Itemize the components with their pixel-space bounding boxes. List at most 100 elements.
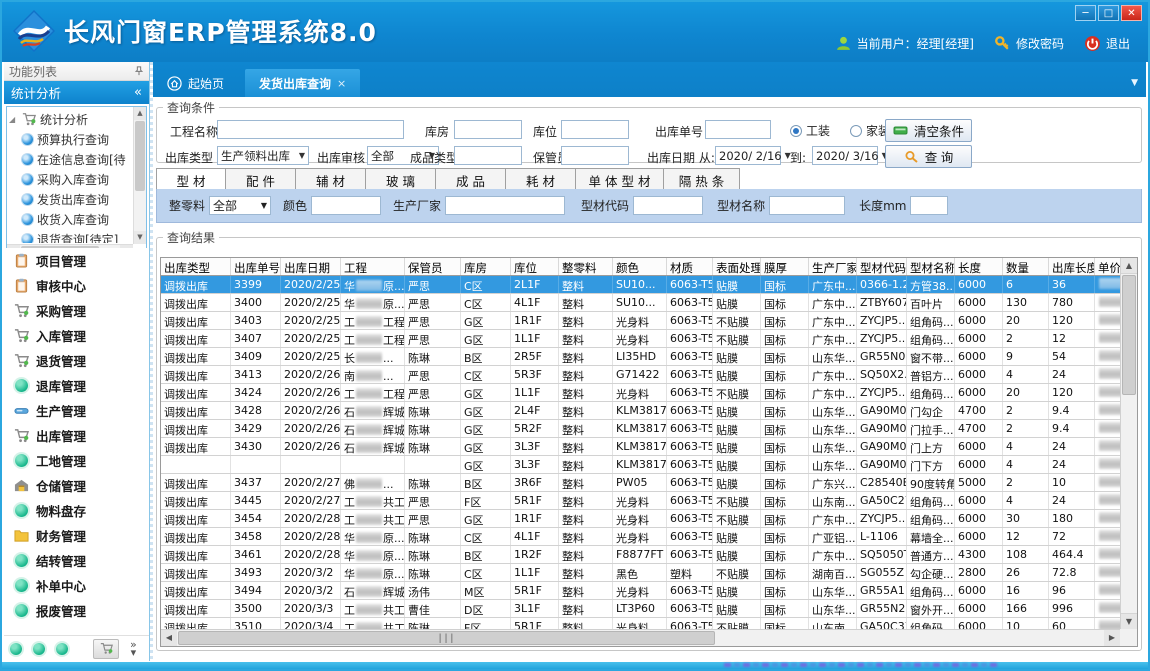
- table-row[interactable]: 调拨出库34072020/2/25工工程严思G区1L1F整料光身料6063-T5…: [161, 330, 1120, 348]
- sidebar-item-退库管理[interactable]: 退库管理: [4, 373, 149, 398]
- material-tab-配件[interactable]: 配 件: [226, 168, 296, 190]
- module-circle-icon[interactable]: [10, 643, 22, 655]
- sidebar-item-仓储管理[interactable]: 仓储管理: [4, 473, 149, 498]
- scroll-down-icon[interactable]: ▼: [134, 231, 146, 244]
- sidebar-item-财务管理[interactable]: 财务管理: [4, 523, 149, 548]
- table-row[interactable]: 调拨出库34542020/2/28工共工程严思G区1R1F整料光身料6063-T…: [161, 510, 1120, 528]
- table-row[interactable]: 调拨出库34582020/2/28华原...陈琳C区4L1F整料光身料6063-…: [161, 528, 1120, 546]
- column-header[interactable]: 膜厚: [761, 258, 809, 275]
- material-tab-成品[interactable]: 成 品: [436, 168, 506, 190]
- tree-root[interactable]: ◢统计分析: [9, 109, 132, 129]
- scroll-up-icon[interactable]: ▲: [1121, 258, 1137, 274]
- table-row[interactable]: 调拨出库34302020/2/26石辉城陈琳G区3L3F整料KLM3817606…: [161, 438, 1120, 456]
- tree-item[interactable]: 在途信息查询[待: [9, 149, 132, 169]
- column-header[interactable]: 出库长度: [1049, 258, 1095, 275]
- column-header[interactable]: 整零料: [559, 258, 613, 275]
- sidebar-item-工地管理[interactable]: 工地管理: [4, 448, 149, 473]
- table-row[interactable]: 调拨出库34612020/2/28华原...陈琳B区1R2F整料F8877FT6…: [161, 546, 1120, 564]
- material-tab-耗材[interactable]: 耗 材: [506, 168, 576, 190]
- material-tab-单体型材[interactable]: 单 体 型 材: [576, 168, 664, 190]
- tree-item[interactable]: 采购入库查询: [9, 169, 132, 189]
- material-tab-玻璃[interactable]: 玻 璃: [366, 168, 436, 190]
- sidebar-item-结转管理[interactable]: 结转管理: [4, 548, 149, 573]
- table-row[interactable]: 调拨出库34452020/2/27工共工程严思F区5R1F整料光身料6063-T…: [161, 492, 1120, 510]
- date-to-picker[interactable]: 2020/ 3/16▼: [812, 146, 878, 165]
- manufacturer-input[interactable]: [445, 196, 565, 215]
- column-header[interactable]: 出库日期: [281, 258, 341, 275]
- column-header[interactable]: 单价: [1095, 258, 1120, 275]
- table-row[interactable]: 调拨出库34282020/2/26石辉城陈琳G区2L4F整料KLM3817606…: [161, 402, 1120, 420]
- table-row[interactable]: 调拨出库34372020/2/27佛...陈琳B区3R6F整料PW056063-…: [161, 474, 1120, 492]
- sidebar-section-header[interactable]: 统计分析 «: [4, 81, 149, 104]
- tree-expander-icon[interactable]: ◢: [9, 115, 18, 124]
- sidebar-item-补单中心[interactable]: 补单中心: [4, 573, 149, 598]
- table-row[interactable]: 调拨出库35102020/3/4工共工程陈琳F区5R1F整料光身料6063-T5…: [161, 618, 1120, 629]
- table-row[interactable]: 调拨出库34032020/2/25工工程严思G区1R1F整料光身料6063-T5…: [161, 312, 1120, 330]
- sidebar-item-物料盘存[interactable]: 物料盘存: [4, 498, 149, 523]
- radio-work-install[interactable]: 工装: [790, 122, 830, 139]
- grid-vscroll-thumb[interactable]: [1122, 275, 1136, 395]
- column-header[interactable]: 颜色: [613, 258, 667, 275]
- table-row[interactable]: 调拨出库34942020/3/2石辉城汤伟M区5R1F整料光身料6063-T5贴…: [161, 582, 1120, 600]
- warehouse-input[interactable]: [454, 120, 522, 139]
- table-row[interactable]: 调拨出库34092020/2/25长...陈琳B区2R5F整料LI35HD606…: [161, 348, 1120, 366]
- grid-hscroll-thumb[interactable]: ┃┃┃: [178, 631, 715, 645]
- tree-item[interactable]: 收货入库查询: [9, 209, 132, 229]
- whole-part-select[interactable]: 全部▼: [209, 196, 271, 215]
- clear-conditions-button[interactable]: 清空条件: [885, 119, 972, 142]
- maximize-button[interactable]: □: [1098, 5, 1119, 21]
- column-header[interactable]: 库房: [461, 258, 511, 275]
- tree-vertical-scrollbar[interactable]: ▲ ▼: [133, 107, 146, 244]
- tab-overflow-icon[interactable]: ▼: [1131, 78, 1138, 88]
- tree-item[interactable]: 预算执行查询: [9, 129, 132, 149]
- table-row[interactable]: 调拨出库34932020/3/2华原...陈琳C区1L1F整料黑色塑料不贴膜国标…: [161, 564, 1120, 582]
- sidebar-item-退货管理[interactable]: 退货管理: [4, 348, 149, 373]
- location-input[interactable]: [561, 120, 629, 139]
- column-header[interactable]: 出库类型: [161, 258, 231, 275]
- sidebar-overflow-button[interactable]: »▾: [130, 641, 137, 657]
- change-password-button[interactable]: 修改密码: [994, 35, 1064, 52]
- column-header[interactable]: 型材名称: [907, 258, 955, 275]
- length-input[interactable]: [910, 196, 948, 215]
- column-header[interactable]: 表面处理: [713, 258, 761, 275]
- scroll-right-icon[interactable]: ▶: [1104, 630, 1120, 646]
- sidebar-item-报废管理[interactable]: 报废管理: [4, 598, 149, 623]
- product-type-input[interactable]: [454, 146, 522, 165]
- sidebar-item-项目管理[interactable]: 项目管理: [4, 248, 149, 273]
- column-header[interactable]: 型材代码: [857, 258, 907, 275]
- module-circle-icon[interactable]: [33, 643, 45, 655]
- sidebar-item-入库管理[interactable]: 入库管理: [4, 323, 149, 348]
- table-row[interactable]: 调拨出库34242020/2/26工工程严思G区1L1F整料光身料6063-T5…: [161, 384, 1120, 402]
- color-input[interactable]: [311, 196, 381, 215]
- sidebar-item-审核中心[interactable]: 审核中心: [4, 273, 149, 298]
- date-from-picker[interactable]: 2020/ 2/16▼: [715, 146, 781, 165]
- table-row[interactable]: 调拨出库35002020/3/3工共工程曹佳D区3L1F整料LT3P606063…: [161, 600, 1120, 618]
- tree-item[interactable]: 退货查询[待定]: [9, 229, 132, 243]
- sidebar-item-出库管理[interactable]: 出库管理: [4, 423, 149, 448]
- tab-close-icon[interactable]: ×: [337, 77, 346, 90]
- outbound-type-select[interactable]: 生产领料出库▼: [217, 146, 309, 165]
- material-tab-辅材[interactable]: 辅 材: [296, 168, 366, 190]
- tree-item[interactable]: 发货出库查询: [9, 189, 132, 209]
- logout-button[interactable]: 退出: [1084, 35, 1130, 52]
- grid-horizontal-scrollbar[interactable]: ◀ ┃┃┃ ▶: [161, 629, 1120, 646]
- sidebar-item-生产管理[interactable]: 生产管理: [4, 398, 149, 423]
- column-header[interactable]: 库位: [511, 258, 559, 275]
- table-row[interactable]: 调拨出库34132020/2/26南...严思C区5R3F整料G71422606…: [161, 366, 1120, 384]
- column-header[interactable]: 生产厂家: [809, 258, 857, 275]
- tab-outbound-query[interactable]: 发货出库查询 ×: [245, 69, 360, 97]
- sidebar-item-采购管理[interactable]: 采购管理: [4, 298, 149, 323]
- cart-module-button[interactable]: [93, 639, 119, 659]
- collapse-icon[interactable]: «: [134, 85, 142, 100]
- project-name-input[interactable]: [217, 120, 404, 139]
- close-button[interactable]: ✕: [1121, 5, 1142, 21]
- tab-home[interactable]: 起始页: [153, 69, 238, 97]
- pin-icon[interactable]: [134, 66, 144, 76]
- minimize-button[interactable]: ─: [1075, 5, 1096, 21]
- material-tab-隔热条[interactable]: 隔 热 条: [664, 168, 740, 190]
- column-header[interactable]: 长度: [955, 258, 1003, 275]
- tree-vscroll-thumb[interactable]: [135, 121, 145, 191]
- outbound-no-input[interactable]: [705, 120, 771, 139]
- scroll-left-icon[interactable]: ◀: [161, 630, 177, 646]
- column-header[interactable]: 数量: [1003, 258, 1049, 275]
